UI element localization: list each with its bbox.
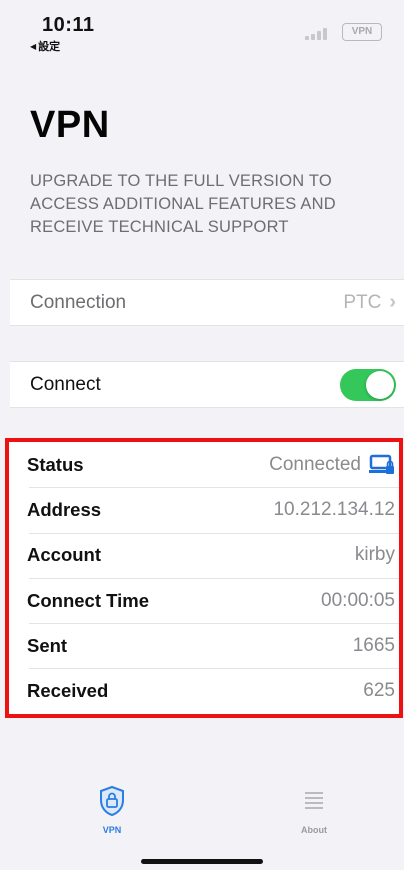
- vpn-status-badge: VPN: [342, 23, 382, 41]
- connect-time-label: Connect Time: [27, 589, 149, 611]
- connect-toggle[interactable]: [340, 368, 396, 401]
- tab-about-label: About: [301, 825, 327, 835]
- connect-time-value: 00:00:05: [321, 589, 395, 611]
- received-label: Received: [27, 680, 109, 702]
- tab-bar: VPN About: [0, 785, 404, 845]
- connection-info-group: Status Connected Address 10.212.134.12 A…: [5, 438, 403, 718]
- cellular-signal-icon: [305, 28, 331, 40]
- tab-vpn-label: VPN: [102, 825, 122, 835]
- back-to-settings-link[interactable]: ◀ 設定: [30, 38, 60, 54]
- sent-row: Sent 1665: [9, 623, 399, 668]
- chevron-right-icon: ›: [389, 291, 396, 313]
- address-value: 10.212.134.12: [273, 498, 395, 520]
- connect-time-row: Connect Time 00:00:05: [9, 577, 399, 623]
- lock-shield-icon: [100, 785, 124, 817]
- account-label: Account: [27, 544, 101, 566]
- status-row: Status Connected: [9, 442, 399, 487]
- connection-row[interactable]: Connection PTC ›: [10, 280, 404, 325]
- status-value: Connected: [269, 453, 361, 475]
- connect-row: Connect: [10, 362, 404, 407]
- received-value: 625: [363, 680, 395, 702]
- home-indicator[interactable]: [141, 859, 263, 864]
- connect-label: Connect: [30, 373, 101, 395]
- sent-label: Sent: [27, 634, 68, 656]
- network-lock-icon: [369, 454, 394, 474]
- status-label: Status: [27, 453, 84, 475]
- list-icon: [305, 792, 323, 809]
- connection-label: Connection: [30, 291, 127, 313]
- status-bar: 10:11 ◀ 設定 VPN: [0, 0, 404, 60]
- connect-group: Connect: [10, 361, 404, 408]
- connection-group: Connection PTC ›: [10, 279, 404, 326]
- toggle-knob: [366, 370, 394, 399]
- status-value-wrap: Connected: [269, 454, 395, 476]
- page-title: VPN: [30, 104, 110, 146]
- address-label: Address: [27, 498, 102, 520]
- connection-value: PTC: [343, 291, 382, 313]
- vpn-screen: 10:11 ◀ 設定 VPN VPN UPGRADE TO THE FULL VE…: [0, 0, 404, 870]
- clock-time: 10:11: [42, 14, 95, 36]
- back-label: 設定: [38, 41, 61, 53]
- back-arrow-icon: ◀: [30, 42, 37, 51]
- address-row: Address 10.212.134.12: [9, 487, 399, 532]
- tab-about[interactable]: About: [284, 785, 344, 835]
- upgrade-notice[interactable]: UPGRADE TO THE FULL VERSION TO ACCESS AD…: [30, 170, 370, 239]
- tab-vpn[interactable]: VPN: [82, 785, 142, 835]
- received-row: Received 625: [9, 668, 399, 713]
- account-value: kirby: [354, 544, 395, 566]
- account-row: Account kirby: [9, 532, 399, 578]
- sent-value: 1665: [352, 634, 395, 656]
